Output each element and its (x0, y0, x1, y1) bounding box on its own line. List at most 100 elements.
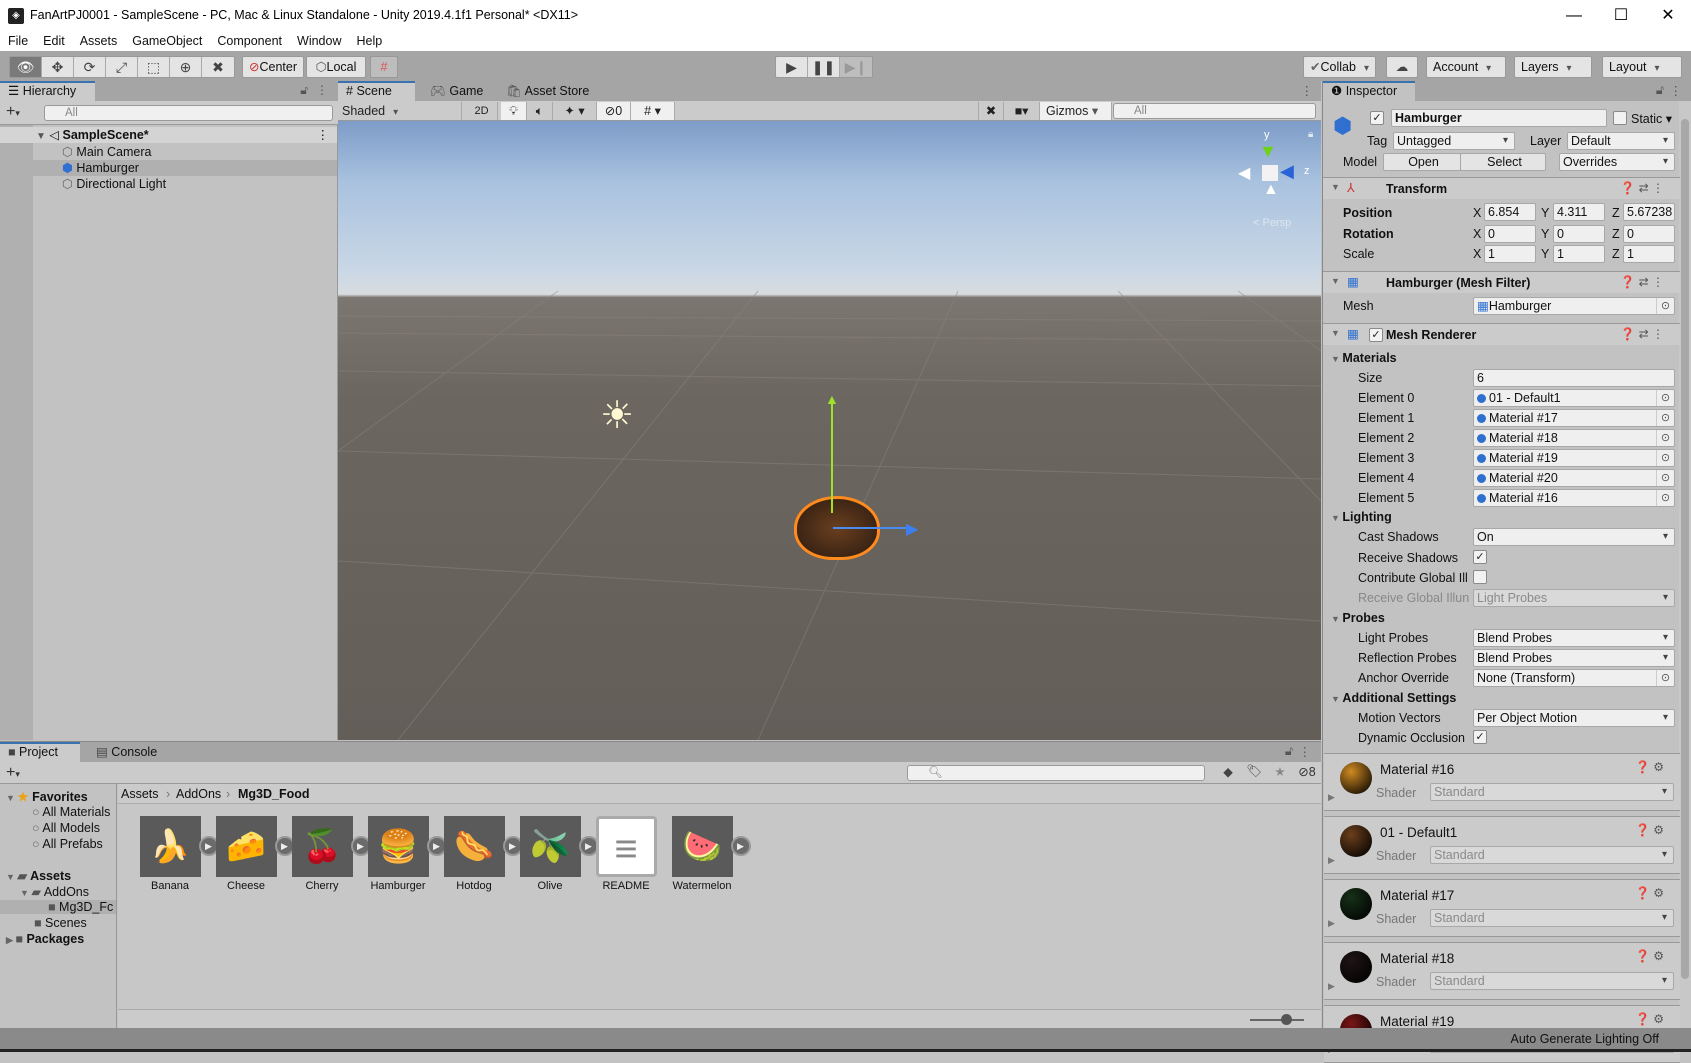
asset-item[interactable]: 🍉 ▶ Watermelon (664, 816, 751, 892)
tab-inspector[interactable]: ❶ Inspector (1323, 81, 1415, 101)
search-by-type-button[interactable]: ◆ (1215, 764, 1241, 779)
create-add-button[interactable]: +▾ (6, 764, 20, 782)
shader-dropdown[interactable]: Standard (1430, 909, 1674, 927)
position-y-input[interactable]: 4.311 (1553, 203, 1605, 221)
collapse-arrow-icon[interactable]: ▼ (1331, 328, 1340, 338)
minimize-button[interactable]: — (1551, 0, 1597, 31)
favorite-button[interactable]: ★ (1267, 764, 1293, 779)
packages-node[interactable]: ▶ ■ Packages (6, 932, 84, 946)
motion-vectors-dropdown[interactable]: Per Object Motion (1473, 709, 1675, 727)
object-picker-icon[interactable]: ⊙ (1656, 298, 1674, 314)
expand-prefab-button[interactable]: ▶ (730, 836, 751, 856)
scene-search-input[interactable]: All (1113, 103, 1316, 119)
create-add-button[interactable]: +▾ (6, 103, 20, 121)
transform-header[interactable]: ▼ ⅄ Transform ❓ ⇄ ⋮ (1323, 177, 1680, 199)
maximize-button[interactable]: ☐ (1598, 0, 1644, 31)
more-options-icon[interactable]: ⋮ (316, 83, 328, 97)
rect-tool-icon[interactable]: ⬚ (138, 57, 170, 77)
z-cone-icon[interactable]: ◀ (1280, 161, 1294, 182)
rotate-tool-icon[interactable]: ⟳ (74, 57, 106, 77)
play-button[interactable]: ▶ (776, 57, 808, 77)
collapse-arrow-icon[interactable]: ▼ (1331, 182, 1340, 192)
scene-viewport[interactable]: ☀ ▲ ▶ y ▼ ◀ ◀ z ▲ 🔒︎ < Persp (338, 121, 1321, 740)
more-options-icon[interactable]: ⋮ (1299, 744, 1312, 759)
asset-item[interactable]: 🌭 ▶ Hotdog (436, 816, 523, 892)
tab-project[interactable]: ■ Project (0, 742, 80, 762)
static-dropdown[interactable]: Static ▾ (1631, 111, 1672, 126)
model-select-button[interactable]: Select (1460, 153, 1546, 171)
favorites-node[interactable]: ▼ ★ Favorites (6, 789, 88, 804)
hierarchy-item[interactable]: ⬡ Main Camera (0, 144, 337, 160)
position-x-input[interactable]: 6.854 (1484, 203, 1536, 221)
close-button[interactable]: ✕ (1645, 0, 1691, 31)
scene-row[interactable]: ▼ ◁ SampleScene* ⋮ (0, 127, 337, 143)
mesh-renderer-enabled-checkbox[interactable]: ✓ (1369, 328, 1383, 342)
expand-arrow-icon[interactable]: ▶ (1328, 918, 1335, 929)
materials-foldout[interactable]: ▼ Materials (1331, 351, 1397, 365)
static-checkbox[interactable] (1613, 111, 1627, 125)
asset-item[interactable]: 🧀 ▶ Cheese (208, 816, 295, 892)
z-axis-handle[interactable] (833, 527, 913, 529)
z-arrow-icon[interactable]: ▶ (906, 519, 918, 539)
neg-y-cone-icon[interactable]: ▲ (1263, 181, 1279, 199)
mesh-filter-header[interactable]: ▼ ▦ Hamburger (Mesh Filter) ❓ ⇄ ⋮ (1323, 271, 1680, 293)
tab-asset-store[interactable]: 🛍︎ Asset Store (498, 81, 589, 101)
project-search-input[interactable]: 🔍︎ (907, 765, 1205, 781)
object-picker-icon[interactable]: ⊙ (1656, 410, 1674, 426)
material-header-icons[interactable]: ❓ ⚙ (1635, 886, 1664, 900)
object-picker-icon[interactable]: ⊙ (1656, 470, 1674, 486)
y-arrow-icon[interactable]: ▲ (825, 391, 839, 407)
tab-hierarchy[interactable]: ☰ Hierarchy (0, 81, 95, 101)
mesh-field[interactable]: ▦Hamburger ⊙ (1473, 297, 1675, 315)
material-element-field[interactable]: Material #16 ⊙ (1473, 489, 1675, 507)
camera-dropdown[interactable]: ■▾ (1004, 102, 1040, 120)
material-header-icons[interactable]: ❓ ⚙ (1635, 1012, 1664, 1026)
y-axis-handle[interactable] (831, 403, 833, 513)
scene-more-icon[interactable]: ⋮ (1301, 83, 1314, 98)
pivot-local-button[interactable]: ⬡Local (306, 56, 366, 78)
step-button[interactable]: ▶❙ (840, 57, 872, 77)
object-picker-icon[interactable]: ⊙ (1656, 430, 1674, 446)
grid-dropdown[interactable]: # ▾ (631, 102, 675, 120)
move-tool-icon[interactable]: ✥ (42, 57, 74, 77)
pivot-center-button[interactable]: ⊘Center (242, 56, 304, 78)
object-picker-icon[interactable]: ⊙ (1656, 450, 1674, 466)
layers-dropdown[interactable]: Layers (1514, 56, 1592, 78)
expand-arrow-icon[interactable]: ▶ (1328, 855, 1335, 866)
dynamic-occlusion-checkbox[interactable]: ✓ (1473, 730, 1487, 744)
2d-toggle[interactable]: 2D (466, 102, 498, 120)
asset-item[interactable]: 🍌 ▶ Banana (132, 816, 219, 892)
tools-settings-button[interactable]: ✖ (978, 102, 1004, 120)
effects-dropdown[interactable]: ✦ ▾ (553, 102, 597, 120)
directional-light-sun-icon[interactable]: ☀ (600, 393, 634, 438)
cloud-button[interactable]: ☁ (1386, 56, 1418, 78)
shader-dropdown[interactable]: Standard (1430, 783, 1674, 801)
material-element-field[interactable]: Material #19 ⊙ (1473, 449, 1675, 467)
component-header-icons[interactable]: ❓ ⇄ ⋮ (1620, 327, 1664, 341)
cast-shadows-dropdown[interactable]: On (1473, 528, 1675, 546)
lighting-foldout[interactable]: ▼ Lighting (1331, 510, 1392, 524)
menu-edit[interactable]: Edit (35, 31, 72, 51)
contribute-gi-checkbox[interactable] (1473, 570, 1487, 584)
material-header-icons[interactable]: ❓ ⚙ (1635, 760, 1664, 774)
favorite-all-models[interactable]: ○ All Models (32, 821, 100, 835)
tab-scene[interactable]: # Scene (338, 81, 415, 101)
reflection-probes-dropdown[interactable]: Blend Probes (1473, 649, 1675, 667)
scale-tool-icon[interactable]: ⤢ (106, 57, 138, 77)
material-element-field[interactable]: Material #17 ⊙ (1473, 409, 1675, 427)
additional-settings-foldout[interactable]: ▼ Additional Settings (1331, 691, 1456, 705)
material-element-field[interactable]: 01 - Default1 ⊙ (1473, 389, 1675, 407)
layout-dropdown[interactable]: Layout (1602, 56, 1682, 78)
material-header-icons[interactable]: ❓ ⚙ (1635, 823, 1664, 837)
custom-tool-icon[interactable]: ✖ (202, 57, 234, 77)
hidden-objects-toggle[interactable]: ⊘0 (597, 102, 631, 120)
icon-size-slider[interactable] (1250, 1019, 1304, 1021)
lock-icon[interactable]: 🔓︎ (1285, 744, 1293, 759)
view-tool-icon[interactable]: 👁 (10, 57, 42, 77)
scene-orientation-gizmo[interactable]: y ▼ ◀ ◀ z ▲ 🔒︎ < Persp (1228, 121, 1318, 231)
audio-toggle[interactable]: 🔈︎ (527, 102, 553, 120)
more-options-icon[interactable]: ⋮ (1670, 83, 1683, 98)
scale-y-input[interactable]: 1 (1553, 245, 1605, 263)
account-dropdown[interactable]: Account (1426, 56, 1506, 78)
mesh-renderer-header[interactable]: ▼ ▦ ✓ Mesh Renderer ❓ ⇄ ⋮ (1323, 323, 1680, 345)
